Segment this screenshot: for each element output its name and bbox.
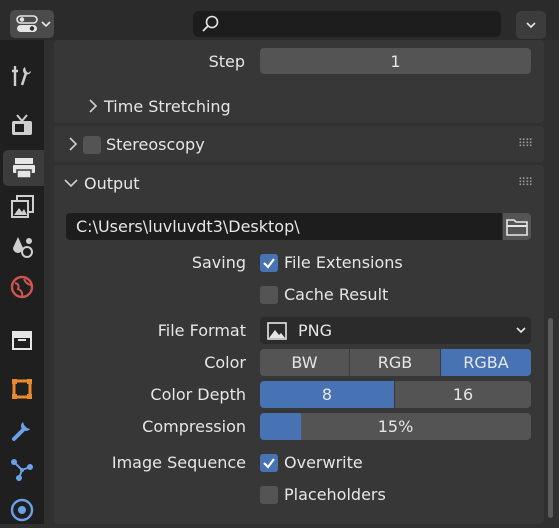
search-icon bbox=[202, 15, 219, 32]
color-option-rgba[interactable]: RGBA bbox=[441, 349, 531, 376]
options-dropdown-button[interactable] bbox=[516, 11, 546, 39]
image-sequence-label: Image Sequence bbox=[111, 453, 246, 472]
color-option-rgba-label: RGBA bbox=[463, 353, 509, 372]
tab-view-layer[interactable] bbox=[3, 189, 41, 225]
time-stretching-subpanel-header[interactable]: Time Stretching bbox=[84, 96, 384, 118]
color-depth-option-8-label: 8 bbox=[321, 385, 333, 404]
tab-particles[interactable] bbox=[3, 452, 41, 488]
scene-icon bbox=[13, 237, 33, 258]
output-path-field[interactable]: C:\Users\luvluvdt3\Desktop\ bbox=[66, 213, 502, 240]
tab-output[interactable] bbox=[3, 150, 44, 186]
file-format-label: File Format bbox=[157, 321, 246, 340]
color-depth-option-16-label: 16 bbox=[452, 385, 474, 404]
world-icon bbox=[10, 275, 34, 299]
properties-header bbox=[0, 0, 559, 40]
cache-result-toggle[interactable]: Cache Result bbox=[260, 284, 430, 306]
collection-icon bbox=[12, 331, 32, 350]
overwrite-checkbox[interactable] bbox=[260, 454, 278, 472]
placeholders-checkbox[interactable] bbox=[260, 486, 278, 504]
file-extensions-toggle[interactable]: File Extensions bbox=[260, 252, 430, 274]
step-label: Step bbox=[208, 52, 245, 71]
properties-tab-bar bbox=[0, 40, 44, 524]
checkmark-icon bbox=[263, 258, 275, 269]
editor-type-button[interactable] bbox=[10, 10, 54, 38]
tab-render[interactable] bbox=[3, 107, 41, 143]
tab-collection[interactable] bbox=[3, 322, 41, 358]
color-option-bw[interactable]: BW bbox=[260, 349, 350, 376]
color-depth-label: Color Depth bbox=[150, 385, 246, 404]
drag-handle-icon[interactable]: ⠿⠿ bbox=[518, 176, 533, 189]
compression-value: 15% bbox=[377, 417, 414, 436]
image-icon bbox=[267, 322, 287, 340]
chevron-down-icon bbox=[526, 22, 536, 29]
chevron-right-icon bbox=[89, 99, 98, 113]
placeholders-toggle[interactable]: Placeholders bbox=[260, 484, 430, 506]
color-option-rgb-label: RGB bbox=[377, 353, 413, 372]
overwrite-toggle[interactable]: Overwrite bbox=[260, 452, 430, 474]
step-value: 1 bbox=[390, 51, 401, 71]
physics-icon bbox=[10, 498, 34, 522]
color-depth-option-16[interactable]: 16 bbox=[395, 381, 531, 408]
view-layer-icon bbox=[11, 195, 34, 218]
saving-label: Saving bbox=[191, 253, 246, 272]
stereoscopy-checkbox[interactable] bbox=[83, 136, 101, 154]
object-icon bbox=[12, 379, 32, 399]
color-label: Color bbox=[204, 353, 246, 372]
output-path-value: C:\Users\luvluvdt3\Desktop\ bbox=[76, 217, 300, 236]
drag-handle-icon[interactable]: ⠿⠿ bbox=[518, 137, 533, 150]
compression-value-wrap: 15% bbox=[260, 413, 531, 440]
chevron-right-icon bbox=[69, 137, 78, 151]
chevron-down-icon bbox=[41, 21, 51, 28]
step-field[interactable]: 1 bbox=[260, 48, 531, 74]
properties-scrollbar[interactable] bbox=[548, 318, 553, 518]
color-option-bw-label: BW bbox=[291, 353, 318, 372]
time-stretching-label: Time Stretching bbox=[104, 97, 231, 116]
output-label: Output bbox=[84, 174, 140, 193]
overwrite-label: Overwrite bbox=[284, 453, 363, 472]
chevron-down-icon bbox=[516, 327, 526, 334]
compression-slider[interactable]: 15% bbox=[260, 413, 531, 440]
stereoscopy-panel[interactable]: Stereoscopy ⠿⠿ bbox=[54, 126, 544, 162]
tool-icon bbox=[12, 66, 31, 86]
output-panel-header[interactable]: Output ⠿⠿ bbox=[54, 165, 544, 201]
tab-tool[interactable] bbox=[3, 58, 41, 94]
color-depth-selector: 8 16 bbox=[260, 381, 531, 408]
file-extensions-checkbox[interactable] bbox=[260, 254, 278, 272]
output-panel: Output ⠿⠿ C:\Users\luvluvdt3\Desktop\ Sa… bbox=[54, 165, 544, 524]
file-format-value: PNG bbox=[298, 321, 333, 340]
properties-editor-icon bbox=[16, 15, 38, 32]
cache-result-label: Cache Result bbox=[284, 285, 389, 304]
cache-result-checkbox[interactable] bbox=[260, 286, 278, 304]
file-extensions-label: File Extensions bbox=[284, 253, 403, 272]
placeholders-label: Placeholders bbox=[284, 485, 386, 504]
frame-range-panel: Step 1 Time Stretching bbox=[54, 40, 544, 123]
modifier-icon bbox=[12, 422, 30, 441]
checkmark-icon bbox=[263, 458, 275, 469]
folder-icon bbox=[506, 219, 528, 236]
tab-world[interactable] bbox=[3, 269, 41, 305]
chevron-down-icon bbox=[64, 179, 78, 188]
search-input[interactable] bbox=[193, 11, 501, 37]
tab-modifiers[interactable] bbox=[3, 412, 41, 448]
file-format-dropdown[interactable]: PNG bbox=[260, 317, 531, 344]
color-mode-selector: BW RGB RGBA bbox=[260, 349, 531, 376]
compression-label: Compression bbox=[142, 417, 246, 436]
color-option-rgb[interactable]: RGB bbox=[350, 349, 441, 376]
stereoscopy-label: Stereoscopy bbox=[106, 135, 205, 154]
output-icon bbox=[12, 158, 35, 179]
tab-physics[interactable] bbox=[3, 492, 41, 528]
color-depth-option-8[interactable]: 8 bbox=[260, 381, 395, 408]
render-icon bbox=[12, 114, 32, 135]
tab-scene[interactable] bbox=[3, 229, 41, 265]
tab-object[interactable] bbox=[3, 371, 41, 407]
browse-folder-button[interactable] bbox=[503, 213, 531, 240]
particles-icon bbox=[11, 459, 33, 481]
